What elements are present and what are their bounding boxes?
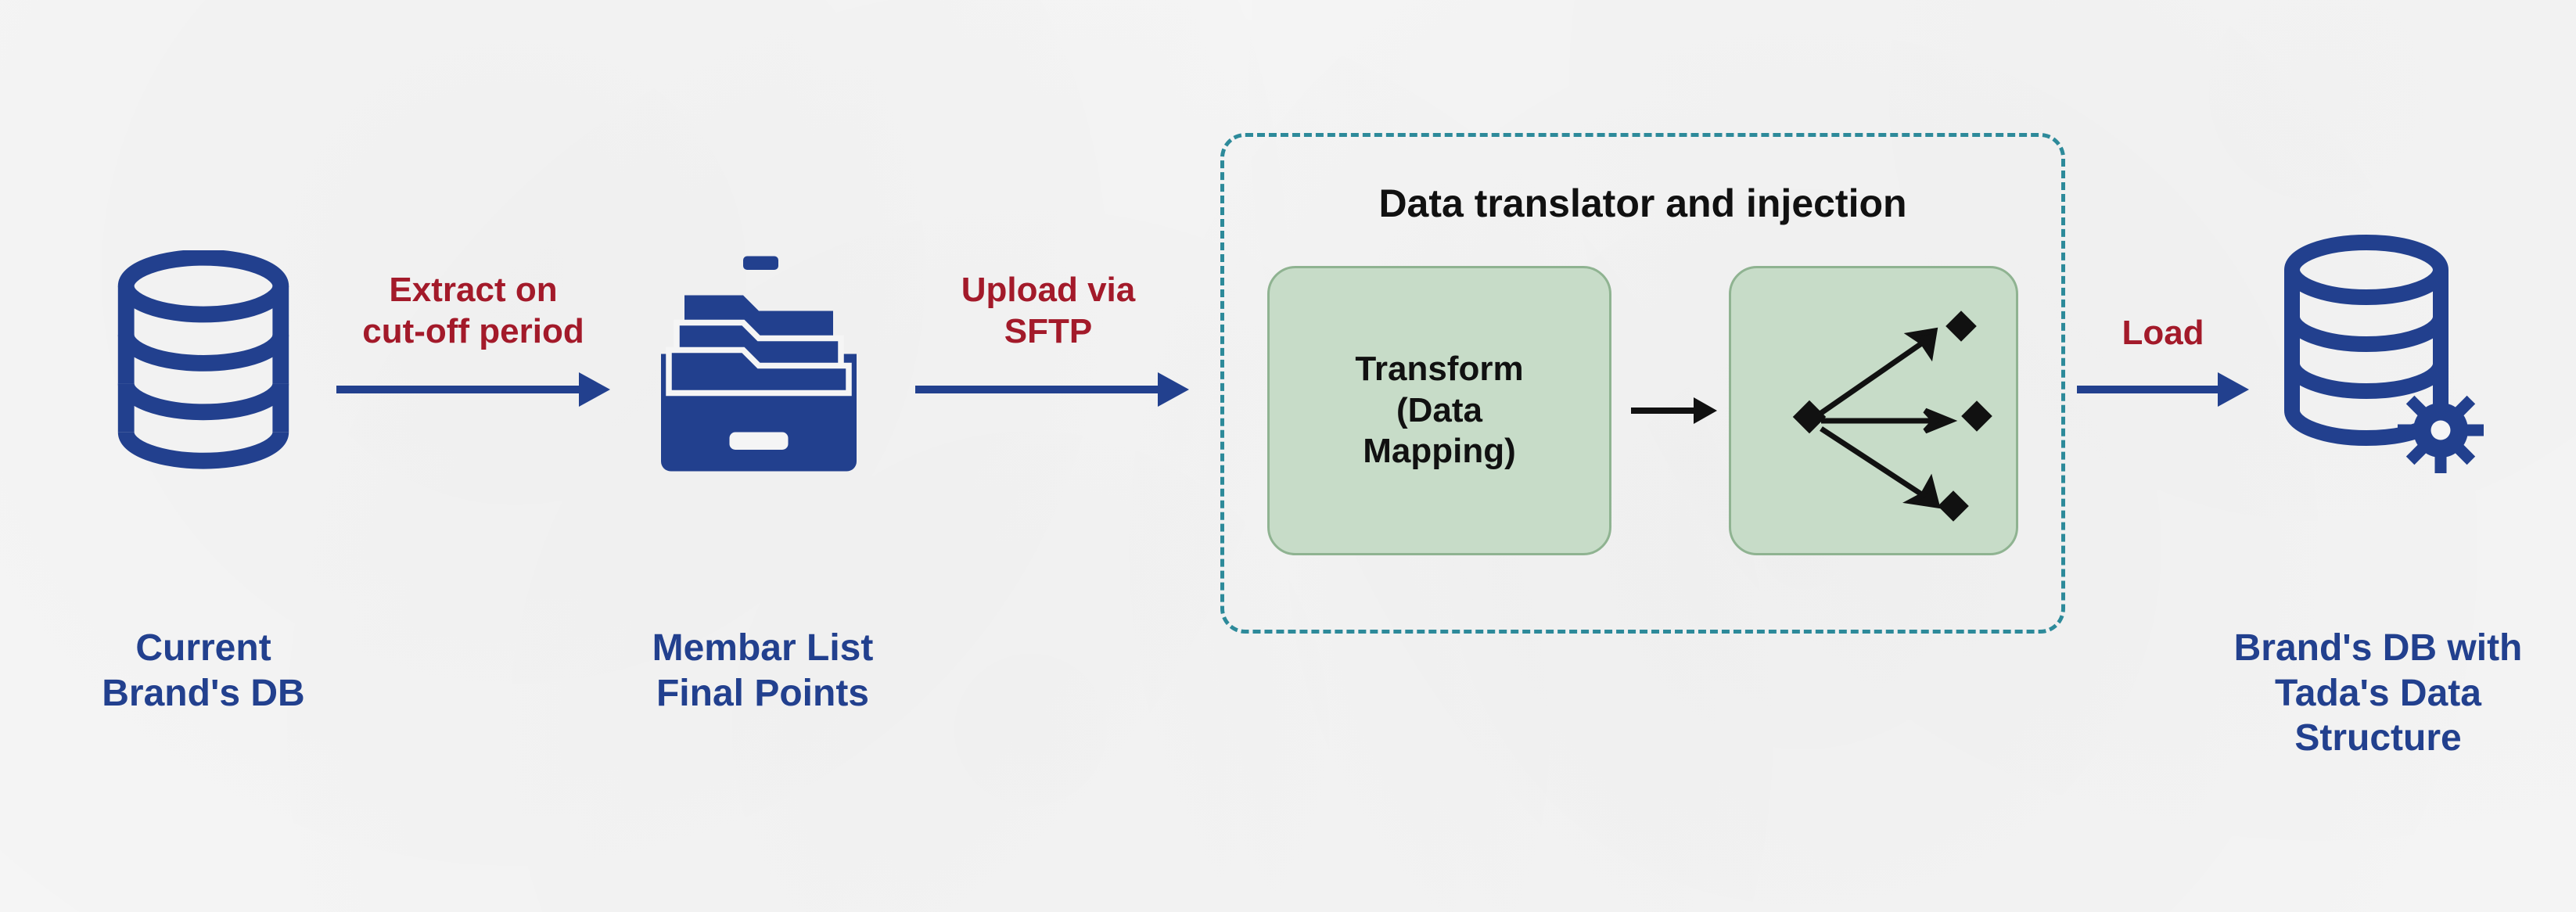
text: cut-off period: [362, 312, 584, 350]
filebox-icon: [641, 235, 876, 493]
text: Transform: [1355, 350, 1523, 388]
target-db-label: Brand's DB with Tada's Data Structure: [2214, 626, 2542, 761]
database-gear-icon: [2269, 235, 2503, 516]
arrow-extract-label: Extract on cut-off period: [344, 270, 602, 353]
text: Brand's DB: [102, 673, 304, 714]
arrow-upload: [915, 366, 1189, 413]
text: Final Points: [656, 673, 869, 714]
arrow-extract: [336, 366, 610, 413]
text: Membar List: [652, 627, 874, 669]
text: Load: [2122, 314, 2204, 352]
translator-section-title: Data translator and injection: [1267, 180, 2018, 227]
text: Current: [135, 627, 271, 669]
transform-box: Transform (Data Mapping): [1267, 266, 1611, 555]
filebox-label: Membar List Final Points: [618, 626, 907, 716]
arrow-inner: [1631, 391, 1717, 430]
scatter-icon: [1731, 268, 2021, 558]
arrow-upload-label: Upload via SFTP: [931, 270, 1166, 353]
text: (Data: [1396, 391, 1482, 429]
text: Brand's DB with: [2234, 627, 2523, 669]
text: Data translator and injection: [1378, 181, 1906, 225]
source-db-label: Current Brand's DB: [55, 626, 352, 716]
arrow-load: [2077, 366, 2249, 413]
text: Tada's Data: [2275, 673, 2481, 714]
text: Upload via: [961, 271, 1136, 309]
text: Extract on: [389, 271, 557, 309]
text: Structure: [2294, 717, 2461, 759]
diagram-canvas: Current Brand's DB Extract on cut-off pe…: [0, 0, 2576, 912]
text: Mapping): [1363, 432, 1516, 470]
distribute-box: [1729, 266, 2018, 555]
transform-box-label: Transform (Data Mapping): [1270, 349, 1609, 472]
database-icon: [102, 250, 305, 501]
arrow-load-label: Load: [2096, 313, 2229, 354]
text: SFTP: [1004, 312, 1092, 350]
